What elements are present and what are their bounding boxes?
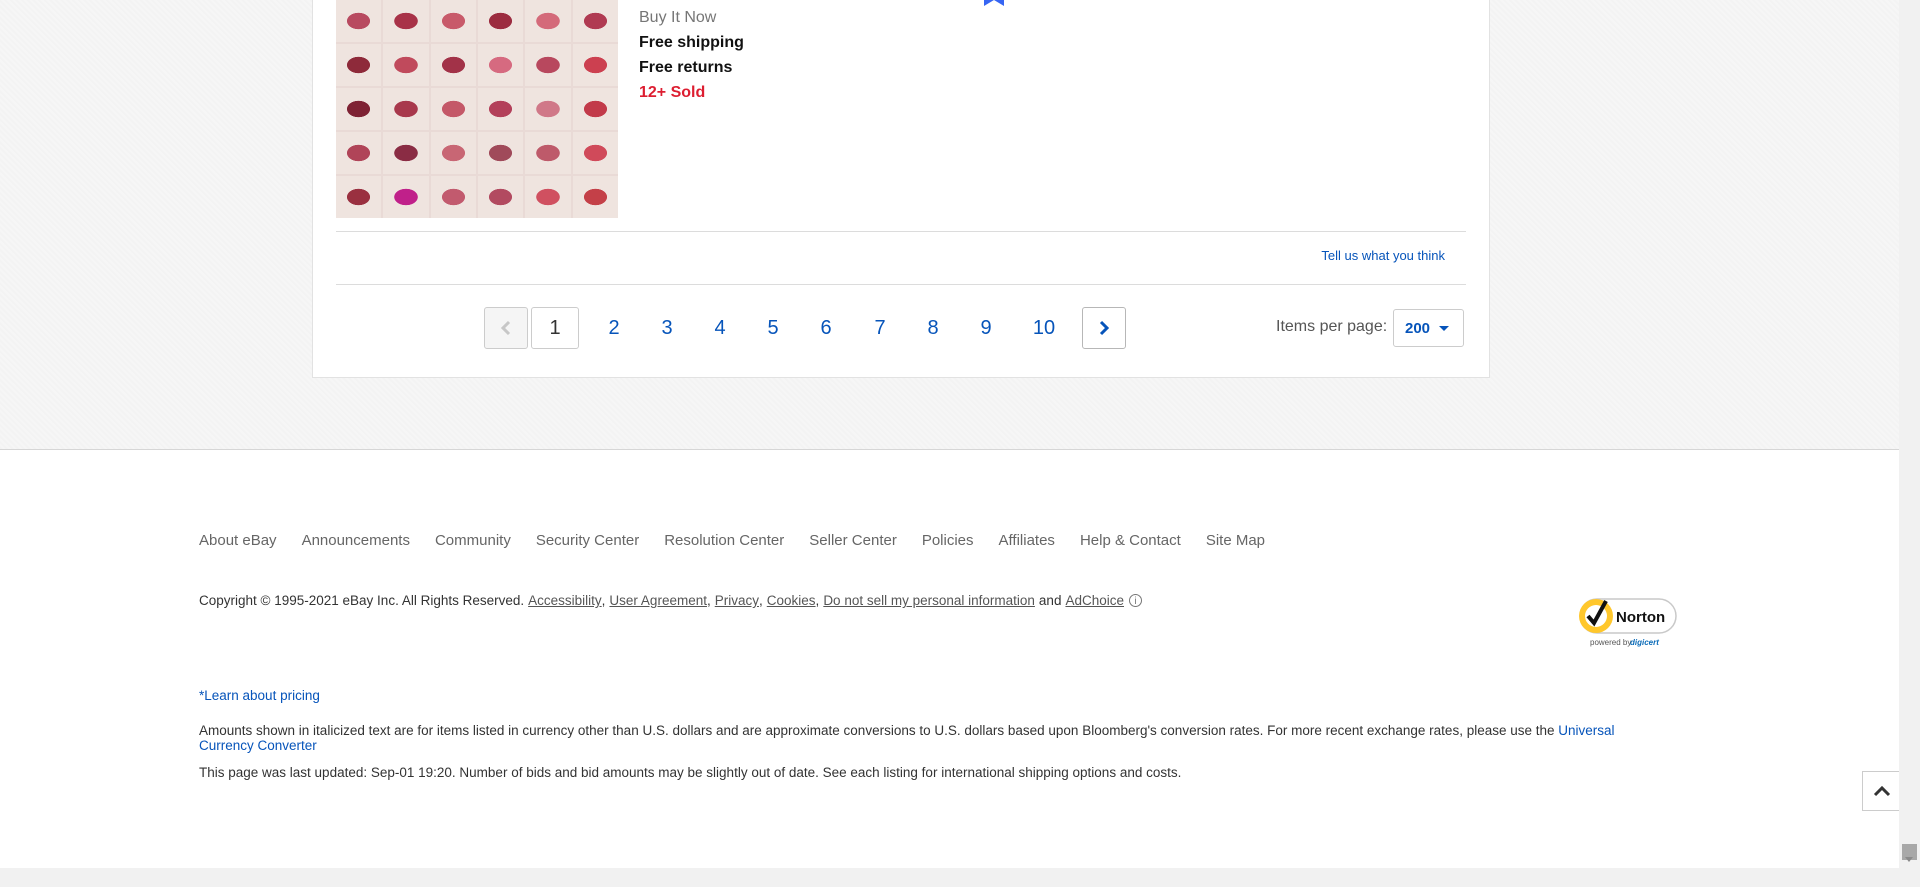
page-link[interactable]: 10: [1020, 307, 1068, 349]
thumbnail-swatch: [477, 176, 524, 218]
copyright-line: Copyright © 1995-2021 eBay Inc. All Righ…: [199, 593, 1142, 608]
do-not-sell-link[interactable]: Do not sell my personal information: [823, 593, 1035, 608]
scroll-down-arrow-icon[interactable]: [1905, 857, 1913, 862]
watch-heart-icon[interactable]: [982, 0, 1006, 8]
page-scrollbar[interactable]: [1899, 0, 1920, 868]
divider: [336, 231, 1466, 232]
accessibility-link[interactable]: Accessibility: [528, 593, 602, 608]
norton-seal-logo[interactable]: Norton powered by digicert: [1576, 595, 1680, 651]
thumbnail-swatch: [336, 0, 382, 42]
footer-nav: About eBay Announcements Community Security…: [199, 532, 1290, 549]
thumbnail-swatch: [572, 88, 618, 130]
chevron-left-icon: [501, 320, 511, 336]
items-per-page-label: Items per page:: [1276, 318, 1388, 335]
last-updated-note: This page was last updated: Sep-01 19:20…: [199, 765, 1182, 780]
thumbnail-swatch: [525, 0, 571, 42]
footer-link-security-center[interactable]: Security Center: [536, 532, 639, 549]
thumbnail-swatch: [336, 176, 382, 218]
footer-link-site-map[interactable]: Site Map: [1206, 532, 1265, 549]
footer: About eBay Announcements Community Security…: [0, 449, 1899, 868]
caret-down-icon: [1439, 326, 1449, 331]
footer-link-community[interactable]: Community: [435, 532, 511, 549]
footer-link-announcements[interactable]: Announcements: [302, 532, 410, 549]
thumbnail-swatch: [430, 132, 476, 174]
listing-shipping: Free shipping: [639, 34, 744, 51]
page-link[interactable]: 3: [643, 307, 691, 349]
items-per-page-select[interactable]: 200: [1393, 309, 1464, 347]
page-link[interactable]: 4: [696, 307, 744, 349]
thumbnail-swatch: [430, 44, 476, 86]
page-link[interactable]: 9: [962, 307, 1010, 349]
listing-sold-count: 12+ Sold: [639, 84, 706, 101]
footer-link-affiliates[interactable]: Affiliates: [999, 532, 1055, 549]
footer-link-about-ebay[interactable]: About eBay: [199, 532, 277, 549]
thumbnail-swatch: [383, 0, 429, 42]
privacy-link[interactable]: Privacy: [715, 593, 759, 608]
svg-text:digicert: digicert: [1630, 638, 1659, 647]
adchoice-link[interactable]: AdChoice: [1065, 593, 1124, 608]
listing-returns: Free returns: [639, 59, 733, 76]
page-link[interactable]: 8: [909, 307, 957, 349]
thumbnail-swatch: [525, 88, 571, 130]
thumbnail-swatch: [383, 88, 429, 130]
footer-link-resolution-center[interactable]: Resolution Center: [664, 532, 784, 549]
adchoice-info-icon[interactable]: i: [1129, 594, 1142, 607]
search-results-area: Buy It Now Free shipping Free returns 12…: [0, 0, 1899, 449]
chevron-up-icon: [1873, 785, 1891, 797]
thumbnail-swatch: [572, 176, 618, 218]
previous-page-button[interactable]: [484, 307, 528, 349]
svg-text:Norton: Norton: [1616, 609, 1665, 626]
thumbnail-swatch: [336, 132, 382, 174]
thumbnail-swatch: [430, 88, 476, 130]
thumbnail-swatch: [525, 44, 571, 86]
divider: [336, 284, 1466, 285]
cookies-link[interactable]: Cookies: [767, 593, 816, 608]
page-link[interactable]: 7: [856, 307, 904, 349]
thumbnail-swatch: [383, 132, 429, 174]
copyright-text: Copyright © 1995-2021 eBay Inc. All Righ…: [199, 593, 525, 608]
thumbnail-swatch: [336, 88, 382, 130]
page-link[interactable]: 6: [802, 307, 850, 349]
back-to-top-button[interactable]: [1862, 771, 1902, 811]
thumbnail-swatch: [430, 0, 476, 42]
thumbnail-swatch: [477, 44, 524, 86]
footer-link-seller-center[interactable]: Seller Center: [809, 532, 897, 549]
currency-note: Amounts shown in italicized text are for…: [199, 723, 1649, 753]
footer-link-help-contact[interactable]: Help & Contact: [1080, 532, 1181, 549]
thumbnail-swatch: [525, 176, 571, 218]
chevron-right-icon: [1099, 320, 1109, 336]
currency-note-text: Amounts shown in italicized text are for…: [199, 723, 1555, 738]
thumbnail-swatch: [572, 132, 618, 174]
thumbnail-swatch: [383, 176, 429, 218]
feedback-link[interactable]: Tell us what you think: [1321, 248, 1445, 263]
thumbnail-swatch: [383, 44, 429, 86]
page-link[interactable]: 5: [749, 307, 797, 349]
svg-text:powered by: powered by: [1590, 638, 1631, 647]
horizontal-scrollbar[interactable]: [0, 868, 1920, 887]
items-per-page-value: 200: [1405, 320, 1431, 337]
thumbnail-swatch: [430, 176, 476, 218]
thumbnail-swatch: [525, 132, 571, 174]
thumbnail-swatch: [336, 44, 382, 86]
listing-thumbnail[interactable]: [336, 0, 618, 218]
current-page[interactable]: 1: [531, 307, 579, 349]
and-text: and: [1038, 593, 1062, 608]
page-link[interactable]: 2: [590, 307, 638, 349]
thumbnail-swatch: [572, 0, 618, 42]
footer-link-policies[interactable]: Policies: [922, 532, 974, 549]
thumbnail-swatch: [477, 88, 524, 130]
user-agreement-link[interactable]: User Agreement: [609, 593, 707, 608]
next-page-button[interactable]: [1082, 307, 1126, 349]
thumbnail-swatch: [477, 132, 524, 174]
thumbnail-swatch: [572, 44, 618, 86]
thumbnail-swatch: [477, 0, 524, 42]
listing-format: Buy It Now: [639, 9, 717, 26]
learn-about-pricing-link[interactable]: *Learn about pricing: [199, 688, 320, 703]
